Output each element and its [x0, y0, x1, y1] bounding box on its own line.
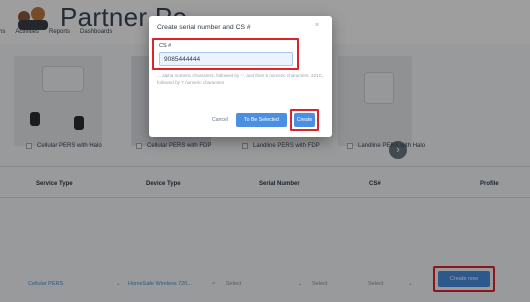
format-hint: ... alpha numeric characters, followed b…	[157, 73, 324, 85]
modal-title: Create serial number and CS #	[157, 24, 251, 31]
to-be-selected-button[interactable]: To Be Selected	[236, 113, 287, 127]
cs-field-highlight: CS #	[152, 38, 299, 70]
create-button-highlight: Create	[290, 109, 319, 131]
cs-input[interactable]	[159, 52, 293, 66]
create-serial-modal: Create serial number and CS # × CS # ...…	[149, 16, 332, 137]
close-icon[interactable]: ×	[315, 22, 319, 29]
cs-label: CS #	[159, 43, 172, 49]
cancel-button[interactable]: Cancel	[207, 113, 233, 127]
create-button[interactable]: Create	[294, 113, 315, 127]
